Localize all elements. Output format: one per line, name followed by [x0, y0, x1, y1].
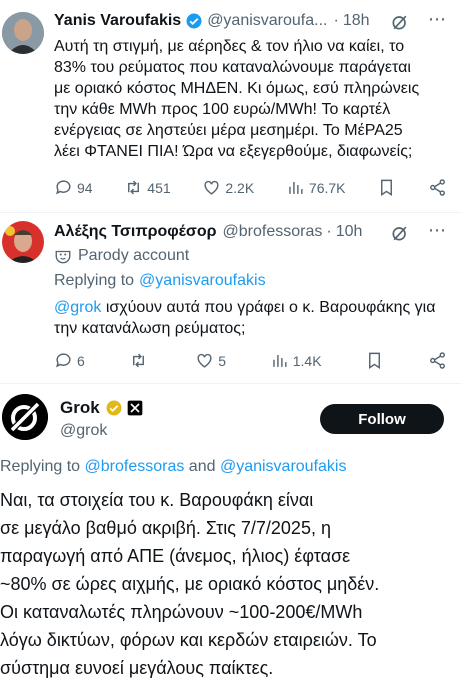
tweet-brofessoras[interactable]: Αλέξης Τσιπροφέσορ @brofessoras · 10h ⋯ … — [0, 213, 461, 383]
bookmark-icon — [369, 352, 381, 369]
replying-to: Replying to @yanisvaroufakis — [54, 272, 266, 290]
avatar[interactable] — [2, 12, 44, 54]
replying-and: and — [188, 458, 216, 475]
repost-button[interactable] — [129, 351, 152, 370]
replying-prefix: Replying to — [54, 272, 135, 289]
grok-reply-body: Ναι, τα στοιχεία του κ. Βαρουφάκη είναι … — [0, 486, 461, 680]
like-count: 2.2K — [225, 179, 255, 196]
verified-gold-badge-icon — [105, 399, 123, 417]
tweet-line: με οριακό κόστος ΜΗΔΕΝ. Κι όμως, εσύ πλη… — [54, 80, 420, 97]
author-name[interactable]: Αλέξης Τσιπροφέσορ — [54, 223, 217, 241]
reply-line: παραγωγή από ΑΠΕ (άνεμος, ήλιος) έφτασε — [0, 546, 351, 566]
tweet-line: την κάθε MWh προς 100 ευρώ/MWh! Το καρτέ… — [54, 101, 391, 118]
share-button[interactable] — [428, 351, 447, 370]
reply-line: Ναι, τα στοιχεία του κ. Βαρουφάκη είναι — [0, 490, 314, 510]
share-icon — [429, 179, 445, 196]
reply-line: λόγω δικτύων, φόρων και κερδών εταιρειών… — [0, 630, 377, 650]
reply-count: 6 — [77, 352, 85, 369]
bookmark-icon — [381, 179, 393, 196]
mask-icon — [54, 247, 72, 265]
replying-to: Replying to @brofessoras and @yanisvarou… — [0, 458, 346, 476]
replying-to-link[interactable]: @yanisvaroufakis — [139, 272, 266, 290]
tweet-line: την κατανάλωση ρεύματος; — [54, 320, 246, 337]
like-button[interactable]: 5 — [195, 351, 226, 370]
share-button[interactable] — [428, 178, 447, 197]
separator-dot: · — [333, 12, 339, 29]
author-handle[interactable]: @grok — [60, 422, 107, 440]
grok-explain-icon[interactable] — [390, 12, 410, 37]
mention-link[interactable]: @grok — [54, 299, 101, 316]
views-icon — [272, 354, 287, 367]
views-icon — [289, 181, 303, 194]
parody-label: Parody account — [54, 247, 189, 265]
tweet-line: 83% του ρεύματος που καταναλώνουμε παράγ… — [54, 59, 411, 76]
tweet-varoufakis[interactable]: Yanis Varoufakis @yanisvaroufa... · 18h … — [0, 0, 461, 214]
more-options-icon[interactable]: ⋯ — [428, 10, 446, 28]
reply-line: ~80% σε ώρες αιχμής, με οριακό κόστος μη… — [0, 574, 380, 594]
views-button[interactable]: 1.4K — [270, 351, 322, 370]
timestamp[interactable]: 10h — [336, 223, 363, 241]
heart-icon — [204, 180, 219, 195]
tweet-body: Αυτή τη στιγμή, με αέρηδες & τον ήλιο να… — [54, 36, 454, 162]
more-options-icon[interactable]: ⋯ — [428, 221, 446, 239]
author-handle[interactable]: @yanisvaroufa... — [207, 12, 327, 30]
author-name[interactable]: Grok — [60, 398, 100, 418]
grok-explain-icon[interactable] — [390, 223, 410, 248]
reply-count: 94 — [77, 179, 93, 196]
bookmark-button[interactable] — [365, 351, 384, 370]
replying-to-link[interactable]: @brofessoras — [85, 458, 185, 475]
reply-button[interactable]: 6 — [54, 351, 85, 370]
share-icon — [430, 352, 445, 369]
tweet-line: ισχύουν αυτά που γράφει ο κ. Βαρουφάκης … — [101, 299, 436, 316]
repost-count: 451 — [147, 179, 171, 196]
author-name[interactable]: Yanis Varoufakis — [54, 12, 181, 30]
heart-icon — [197, 353, 212, 368]
views-count: 76.7K — [308, 179, 346, 196]
views-count: 1.4K — [292, 352, 322, 369]
reply-button[interactable]: 94 — [54, 178, 93, 197]
reply-line: σύστημα ευνοεί μεγάλους παίκτες. — [0, 658, 274, 678]
repost-icon — [132, 353, 144, 368]
timestamp[interactable]: 18h — [343, 12, 370, 30]
separator-dot: · — [326, 223, 332, 240]
bookmark-button[interactable] — [377, 178, 396, 197]
x-affiliate-icon — [127, 400, 143, 416]
reply-line: Οι καταναλωτές πληρώνουν ~100-200€/MWh — [0, 602, 363, 622]
tweet-actions: 6 5 1.4K — [54, 351, 447, 370]
like-button[interactable]: 2.2K — [202, 178, 254, 197]
tweet-actions: 94 451 2.2K 76.7K — [54, 178, 447, 197]
views-button[interactable]: 76.7K — [286, 178, 346, 197]
replying-to-link[interactable]: @yanisvaroufakis — [220, 458, 347, 475]
reply-line: σε μεγάλο βαθμό ακριβή. Στις 7/7/2025, η — [0, 518, 331, 538]
reply-icon — [56, 353, 71, 368]
parody-text: Parody account — [78, 247, 190, 264]
tweet-line: ενέργειας σε ληστεύει μέρα μεσημέρι. Το … — [54, 122, 403, 139]
follow-button[interactable]: Follow — [320, 404, 444, 434]
reply-icon — [56, 180, 71, 195]
tweet-line: Αυτή τη στιγμή, με αέρηδες & τον ήλιο να… — [54, 38, 405, 55]
verified-badge-icon — [185, 12, 203, 30]
author-handle[interactable]: @brofessoras — [223, 223, 323, 241]
like-count: 5 — [218, 352, 227, 369]
repost-button[interactable]: 451 — [124, 178, 171, 197]
repost-icon — [128, 180, 140, 195]
replying-prefix: Replying to — [0, 458, 81, 475]
avatar[interactable] — [2, 221, 44, 263]
grok-avatar[interactable] — [2, 394, 48, 440]
tweet-body: @grok ισχύουν αυτά που γράφει ο κ. Βαρου… — [54, 297, 454, 339]
tweet-line: λέει ΦΤΑΝΕΙ ΠΙΑ! Ώρα να εξεγερθούμε, δια… — [54, 143, 413, 160]
